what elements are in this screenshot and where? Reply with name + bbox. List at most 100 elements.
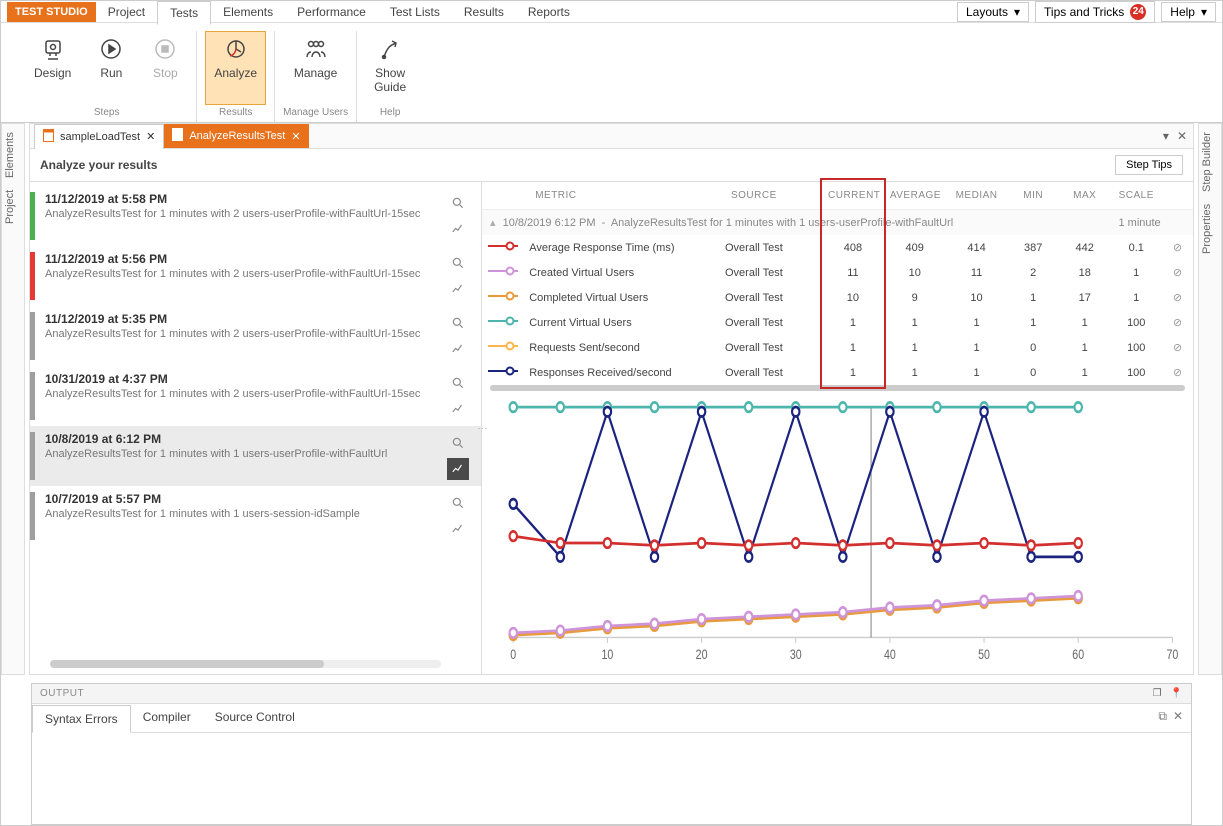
run-item[interactable]: 11/12/2019 at 5:58 PMAnalyzeResultsTest … [30, 186, 481, 246]
ribbon-run[interactable]: Run [88, 31, 134, 105]
manage-icon [302, 36, 330, 62]
cell-average: 1 [884, 335, 946, 360]
output-restore-icon[interactable]: ❐ [1153, 688, 1162, 699]
tab-label: sampleLoadTest [60, 131, 140, 143]
ribbon-label: Run [100, 66, 122, 80]
svg-text:30: 30 [790, 647, 802, 663]
menu-results[interactable]: Results [452, 1, 516, 23]
cell-current: 10 [822, 285, 884, 310]
close-icon[interactable]: ✕ [146, 130, 155, 143]
cell-min: 387 [1007, 235, 1059, 260]
delete-icon[interactable]: ⊘ [1173, 267, 1182, 279]
col-min[interactable]: MIN [1007, 182, 1059, 210]
menubar: TEST STUDIO ProjectTestsElementsPerforma… [1, 1, 1222, 23]
ribbon-design[interactable]: Design [25, 31, 80, 105]
ribbon-label: Manage [294, 66, 337, 80]
chart-icon[interactable] [447, 278, 469, 300]
delete-icon[interactable]: ⊘ [1173, 367, 1182, 379]
run-item[interactable]: 11/12/2019 at 5:56 PMAnalyzeResultsTest … [30, 246, 481, 306]
output-panel: OUTPUT ❐ 📍 Syntax ErrorsCompilerSource C… [31, 683, 1192, 825]
chart-icon[interactable] [447, 398, 469, 420]
col-average[interactable]: AVERAGE [884, 182, 946, 210]
output-tab-syntax-errors[interactable]: Syntax Errors [32, 705, 131, 733]
menu-performance[interactable]: Performance [285, 1, 378, 23]
series-chip-icon [488, 366, 518, 376]
output-tab-source-control[interactable]: Source Control [203, 704, 307, 732]
chart-icon[interactable] [447, 518, 469, 540]
output-pin-icon[interactable]: 📍 [1170, 688, 1183, 699]
cell-average: 10 [884, 260, 946, 285]
document-icon [43, 129, 54, 145]
col-current[interactable]: CURRENT [822, 182, 884, 210]
delete-icon[interactable]: ⊘ [1173, 317, 1182, 329]
rail-project[interactable]: Project [4, 190, 22, 224]
tips-button[interactable]: Tips and Tricks24 [1035, 1, 1155, 23]
delete-icon[interactable]: ⊘ [1173, 242, 1182, 254]
ribbon-manage[interactable]: Manage [285, 31, 346, 105]
cell-max: 1 [1059, 335, 1111, 360]
col-max[interactable]: MAX [1059, 182, 1111, 210]
metrics-group-header[interactable]: ▴ 10/8/2019 6:12 PM - AnalyzeResultsTest… [482, 210, 1110, 236]
chart-icon[interactable] [447, 218, 469, 240]
rail-properties[interactable]: Properties [1201, 204, 1219, 254]
rail-step-builder[interactable]: Step Builder [1201, 132, 1219, 192]
col-median[interactable]: MEDIAN [946, 182, 1008, 210]
delete-icon[interactable]: ⊘ [1173, 292, 1182, 304]
chart-icon[interactable] [447, 458, 469, 480]
ribbon-analyze[interactable]: Analyze [205, 31, 266, 105]
run-item[interactable]: 10/8/2019 at 6:12 PMAnalyzeResultsTest f… [30, 426, 481, 486]
run-description: AnalyzeResultsTest for 1 minutes with 2 … [45, 388, 439, 400]
output-tab-compiler[interactable]: Compiler [131, 704, 203, 732]
tab-sampleloadtest[interactable]: sampleLoadTest ✕ [34, 124, 164, 149]
tab-analyzeresultstest[interactable]: AnalyzeResultsTest✕ [164, 124, 308, 148]
output-clear-icon[interactable]: ✕ [1173, 709, 1183, 724]
close-icon[interactable]: ✕ [291, 130, 300, 143]
search-icon[interactable] [447, 492, 469, 514]
cell-name: Responses Received/second [523, 360, 719, 385]
cell-current: 11 [822, 260, 884, 285]
chevron-down-icon: ▾ [1014, 5, 1020, 19]
menu-reports[interactable]: Reports [516, 1, 582, 23]
run-item[interactable]: 11/12/2019 at 5:35 PMAnalyzeResultsTest … [30, 306, 481, 366]
menu-elements[interactable]: Elements [211, 1, 285, 23]
cell-name: Average Response Time (ms) [523, 235, 719, 260]
menu-project[interactable]: Project [96, 1, 157, 23]
ribbon-show-guide[interactable]: ShowGuide [365, 31, 415, 105]
col-scale[interactable]: SCALE [1110, 182, 1162, 210]
step-tips-button[interactable]: Step Tips [1115, 155, 1183, 175]
tabs-close-icon[interactable]: ✕ [1177, 129, 1187, 143]
search-icon[interactable] [447, 252, 469, 274]
delete-icon[interactable]: ⊘ [1173, 342, 1182, 354]
run-item[interactable]: 10/7/2019 at 5:57 PMAnalyzeResultsTest f… [30, 486, 481, 546]
rail-elements[interactable]: Elements [4, 132, 22, 178]
chart-icon[interactable] [447, 338, 469, 360]
col-metric[interactable]: METRIC [523, 182, 719, 210]
search-icon[interactable] [447, 432, 469, 454]
cell-median: 1 [946, 310, 1008, 335]
cell-name: Current Virtual Users [523, 310, 719, 335]
menu-test-lists[interactable]: Test Lists [378, 1, 452, 23]
run-status-bar [30, 432, 35, 480]
col-source[interactable]: SOURCE [719, 182, 822, 210]
metrics-horizontal-scrollbar[interactable] [490, 385, 1185, 391]
chevron-down-icon: ▾ [1201, 5, 1207, 19]
collapse-icon[interactable]: ▴ [490, 217, 496, 229]
layouts-dropdown[interactable]: Layouts▾ [957, 2, 1029, 22]
document-tabs: sampleLoadTest✕AnalyzeResultsTest✕ ▾ ✕ [29, 123, 1194, 149]
help-dropdown[interactable]: Help▾ [1161, 2, 1216, 22]
cell-max: 1 [1059, 310, 1111, 335]
metrics-table: METRICSOURCECURRENTAVERAGEMEDIANMINMAXSC… [482, 182, 1193, 385]
tabs-menu-icon[interactable]: ▾ [1163, 129, 1169, 143]
run-status-bar [30, 252, 35, 300]
cell-current: 1 [822, 310, 884, 335]
search-icon[interactable] [447, 192, 469, 214]
svg-text:10: 10 [602, 647, 614, 663]
app-brand: TEST STUDIO [7, 2, 96, 22]
run-item[interactable]: 10/31/2019 at 4:37 PMAnalyzeResultsTest … [30, 366, 481, 426]
search-icon[interactable] [447, 312, 469, 334]
search-icon[interactable] [447, 372, 469, 394]
output-copy-icon[interactable]: ⧉ [1158, 709, 1167, 724]
runs-horizontal-scrollbar[interactable] [50, 660, 441, 668]
series-chip-icon [488, 341, 518, 351]
menu-tests[interactable]: Tests [157, 1, 211, 25]
